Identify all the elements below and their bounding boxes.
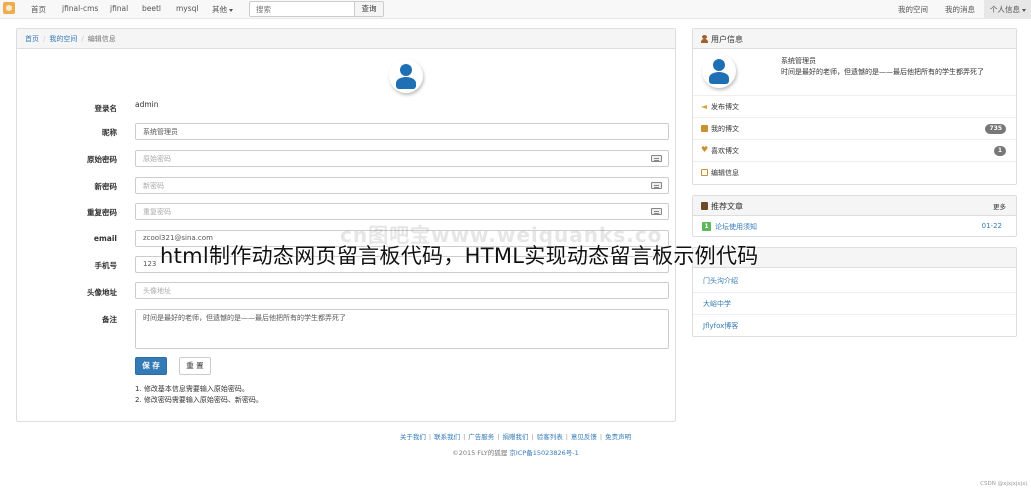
top-navbar: 首页 jfinal-cms jfinal beetl mysql 其他 查询 我… xyxy=(0,0,1031,19)
recommended-header: 推荐文章 更多 xyxy=(693,196,1016,216)
megaphone-icon xyxy=(701,103,708,110)
label-old-password: 原始密码 xyxy=(87,155,117,164)
icp-link[interactable]: 京ICP备15023826号-1 xyxy=(509,449,578,457)
footer-link[interactable]: 联系我们 xyxy=(434,433,460,441)
reset-button[interactable]: 重 置 xyxy=(179,357,211,375)
old-password-input[interactable]: 原始密码 xyxy=(135,150,669,167)
nav-item-jfinal-cms[interactable]: jfinal-cms xyxy=(62,4,98,13)
avatar-url-input[interactable]: 头像地址 xyxy=(135,282,669,299)
footer-links: 关于我们 | 联系我们 | 广告服务 | 捐赠我们 | 验客列表 | 意见反馈 | 免责声明 xyxy=(399,433,632,441)
book-icon xyxy=(701,125,708,132)
nav-item-beetl[interactable]: beetl xyxy=(142,4,161,13)
search-button[interactable]: 查询 xyxy=(354,1,384,17)
link-item[interactable]: Jflyfox博客 xyxy=(693,314,1016,336)
footer-link[interactable]: 关于我们 xyxy=(400,433,426,441)
nickname-input[interactable]: 系统管理员 xyxy=(135,123,669,140)
menu-my-posts[interactable]: 我的博文 735 xyxy=(693,117,1016,139)
nav-my-space[interactable]: 我的空间 xyxy=(898,4,928,15)
breadcrumb-bar: 首页 / 我的空间 / 编辑信息 xyxy=(17,29,675,49)
menu-liked-posts[interactable]: ♥ 喜欢博文 1 xyxy=(693,139,1016,161)
label-phone: 手机号 xyxy=(94,261,118,270)
article-date: 01-22 xyxy=(981,222,1002,230)
search-input[interactable] xyxy=(250,2,354,16)
repeat-password-input[interactable]: 重复密码 xyxy=(135,203,669,220)
user-info-header: 用户信息 xyxy=(693,29,1016,49)
new-password-input[interactable]: 新密码 xyxy=(135,177,669,194)
user-info-panel: 用户信息 系统管理员 时间是最好的老师，但遗憾的是——最后他把所有的学生都弄死了… xyxy=(692,28,1017,185)
recommended-panel: 推荐文章 更多 1 论坛使用须知 01-22 xyxy=(692,195,1017,237)
nav-my-messages[interactable]: 我的消息 xyxy=(945,4,975,15)
footer-link[interactable]: 广告服务 xyxy=(468,433,494,441)
footer-link[interactable]: 免责声明 xyxy=(605,433,631,441)
overlay-caption: html制作动态网页留言板代码，HTML实现动态留言板示例代码 xyxy=(160,244,759,268)
label-remark: 备注 xyxy=(102,315,117,324)
label-nickname: 昵称 xyxy=(102,128,117,137)
keyboard-icon[interactable] xyxy=(651,208,662,215)
credit-text: CSDN @xjxjxjxjxj xyxy=(980,481,1027,487)
label-avatar-url: 头像地址 xyxy=(87,288,117,297)
avatar[interactable] xyxy=(702,54,736,88)
user-motto: 时间是最好的老师，但遗憾的是——最后他把所有的学生都弄死了 xyxy=(781,68,984,76)
footer-copyright: ©2015 FLY的狐狸 京ICP备15023826号-1 xyxy=(0,447,1031,457)
label-email: email xyxy=(93,234,117,243)
footer-link[interactable]: 意见反馈 xyxy=(571,433,597,441)
keyboard-icon[interactable] xyxy=(651,155,662,162)
note-line-1: 1. 修改基本信息需要输入原始密码。 xyxy=(135,385,249,393)
link-item[interactable]: 大峪中学 xyxy=(693,292,1016,314)
link-item[interactable]: 门头沟介绍 xyxy=(693,270,1016,292)
keyboard-icon[interactable] xyxy=(651,182,662,189)
rank-badge: 1 xyxy=(702,222,711,231)
footer-link[interactable]: 验客列表 xyxy=(537,433,563,441)
avatar[interactable] xyxy=(389,59,423,93)
breadcrumb-home[interactable]: 首页 xyxy=(25,35,39,43)
edit-icon xyxy=(701,169,708,176)
note-line-2: 2. 修改密码需要输入原始密码、新密码。 xyxy=(135,396,263,404)
user-name: 系统管理员 xyxy=(781,57,816,65)
menu-edit-info[interactable]: 编辑信息 xyxy=(693,161,1016,183)
my-posts-count-badge: 735 xyxy=(985,124,1006,134)
breadcrumb: 首页 / 我的空间 / 编辑信息 xyxy=(25,35,116,43)
copyright-text: ©2015 FLY的狐狸 xyxy=(452,449,508,457)
nav-profile[interactable]: 个人信息 xyxy=(990,4,1026,15)
logo-icon[interactable] xyxy=(3,2,15,14)
user-icon xyxy=(702,54,736,88)
liked-posts-count-badge: 1 xyxy=(993,146,1006,156)
remark-textarea[interactable]: 时间是最好的老师，但遗憾的是——最后他把所有的学生都弄死了 xyxy=(135,309,669,349)
label-username: 登录名 xyxy=(94,104,118,113)
heart-icon: ♥ xyxy=(701,145,709,154)
more-link[interactable]: 更多 xyxy=(993,201,1006,211)
caret-down-icon xyxy=(229,8,233,12)
nav-item-home[interactable]: 首页 xyxy=(31,4,46,15)
breadcrumb-current: 编辑信息 xyxy=(87,35,116,43)
nav-profile-active[interactable]: 个人信息 xyxy=(984,0,1031,19)
breadcrumb-space[interactable]: 我的空间 xyxy=(49,35,77,43)
caret-down-icon xyxy=(1022,8,1026,12)
book-icon xyxy=(701,202,708,210)
label-repeat-password: 重复密码 xyxy=(87,208,117,217)
user-icon xyxy=(701,35,708,43)
article-link[interactable]: 论坛使用须知 xyxy=(715,222,757,232)
footer-link[interactable]: 捐赠我们 xyxy=(503,433,529,441)
recommended-title: 推荐文章 xyxy=(711,202,743,211)
username-value: admin xyxy=(135,100,159,109)
nav-item-other[interactable]: 其他 xyxy=(212,4,233,15)
nav-item-mysql[interactable]: mysql xyxy=(176,4,199,13)
save-button[interactable]: 保 存 xyxy=(135,357,167,375)
user-info-title: 用户信息 xyxy=(711,35,743,44)
nav-item-jfinal[interactable]: jfinal xyxy=(110,4,128,13)
user-icon xyxy=(389,59,423,93)
menu-publish-post[interactable]: 发布博文 xyxy=(693,95,1016,117)
label-new-password: 新密码 xyxy=(94,182,118,191)
search-box xyxy=(249,1,355,17)
